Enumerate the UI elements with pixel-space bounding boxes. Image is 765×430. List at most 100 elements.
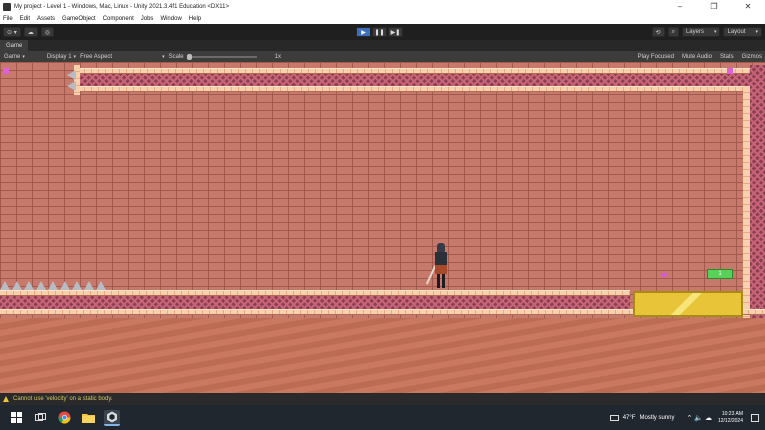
weather-icon	[609, 414, 619, 421]
menu-edit[interactable]: Edit	[20, 16, 30, 22]
scale-value: 1x	[274, 53, 281, 60]
history-icon[interactable]: ⟲	[651, 27, 665, 37]
notification-icon[interactable]	[751, 413, 759, 422]
menu-file[interactable]: File	[3, 16, 13, 22]
tab-game[interactable]: Game	[0, 40, 29, 51]
display-dropdown[interactable]: Display 1 ▾	[47, 54, 76, 60]
player-skirt	[435, 265, 447, 274]
scale-slider[interactable]	[186, 53, 257, 60]
spike-icon	[0, 281, 10, 290]
right-wall-lattice	[750, 65, 765, 318]
top-lattice	[78, 74, 750, 86]
weather-widget[interactable]: 47°F Mostly sunny	[609, 414, 675, 421]
chevron-down-icon: ▾	[755, 29, 758, 35]
menu-window[interactable]: Window	[160, 16, 181, 22]
weather-text: Mostly sunny	[639, 414, 675, 421]
spike-icon	[60, 281, 70, 290]
file-explorer-icon[interactable]	[80, 410, 96, 426]
title-bar: My project - Level 1 - Windows, Mac, Lin…	[0, 0, 765, 13]
mute-audio-toggle[interactable]: Mute Audio	[682, 54, 712, 60]
collab-icon[interactable]: ◎	[40, 27, 54, 37]
player-knight	[425, 243, 452, 289]
floor-lattice	[0, 296, 630, 309]
player-leg	[442, 274, 445, 288]
chrome-icon[interactable]	[56, 410, 72, 426]
layout-label: Layout	[727, 29, 746, 35]
status-message: Cannot use 'velocity' on a static body.	[13, 396, 113, 402]
spike-icon	[12, 281, 22, 290]
chevron-down-icon: ▾	[73, 53, 77, 60]
scale-control: Scale 1x	[169, 53, 281, 60]
cloud-icon[interactable]: ☁	[23, 27, 38, 37]
windows-start-icon[interactable]	[8, 410, 24, 426]
search-icon[interactable]: ⌕	[667, 27, 679, 37]
chevron-down-icon: ▾	[22, 53, 25, 60]
top-platform-lower	[78, 86, 750, 92]
gold-goal-block	[633, 291, 743, 317]
aspect-label: Free Aspect	[80, 53, 113, 60]
game-viewport[interactable]: 1	[0, 62, 765, 393]
player-leg	[437, 274, 440, 288]
minimize-button[interactable]: –	[663, 0, 697, 13]
green-counter-tag: 1	[707, 269, 733, 279]
game-view-toolbar: Game ▾ Display 1 ▾ Free Aspect ▾ Scale 1…	[0, 51, 765, 62]
play-focused-dropdown[interactable]: Play Focused	[638, 54, 674, 60]
play-button[interactable]: ▶	[356, 27, 371, 37]
menu-bar: File Edit Assets GameObject Component Jo…	[0, 13, 765, 24]
main-toolbar: ⊙ ▾ ☁ ◎ ▶ ❚❚ ▶❚ ⟲ ⌕ Layers ▾ Layout ▾	[0, 24, 765, 40]
gizmos-toggle[interactable]: Gizmos	[742, 54, 762, 60]
clock-time: 10:23 AM	[721, 410, 743, 417]
game-mode-label: Game	[4, 53, 21, 60]
layers-dropdown[interactable]: Layers ▾	[681, 27, 721, 37]
layout-dropdown[interactable]: Layout ▾	[723, 27, 762, 37]
system-tray: 47°F Mostly sunny ⌃ 🔈 ☁ 10:23 AM 12/12/2…	[609, 405, 765, 430]
spike-icon	[48, 281, 58, 290]
close-button[interactable]: ✕	[731, 0, 765, 13]
display-label: Display 1	[46, 53, 72, 60]
pink-marker-icon	[727, 68, 733, 74]
menu-jobs[interactable]: Jobs	[141, 16, 154, 22]
step-button[interactable]: ▶❚	[388, 27, 403, 37]
maximize-button[interactable]: ❐	[697, 0, 731, 13]
window-title: My project - Level 1 - Windows, Mac, Lin…	[14, 3, 229, 10]
spike-icon	[36, 281, 46, 290]
game-tab-strip: Game	[0, 40, 765, 51]
menu-help[interactable]: Help	[189, 16, 201, 22]
scale-slider-knob[interactable]	[186, 53, 192, 60]
right-wall	[743, 86, 750, 318]
spike-icon	[24, 281, 34, 290]
stats-toggle[interactable]: Stats	[720, 54, 734, 60]
tray-icons[interactable]: ⌃ 🔈 ☁	[686, 414, 711, 422]
unity-icon	[3, 2, 11, 11]
player-body	[435, 252, 447, 266]
tab-game-label: Game	[6, 42, 23, 49]
player-helmet	[437, 243, 445, 252]
gem-icon	[661, 273, 667, 277]
account-button[interactable]: ⊙ ▾	[3, 27, 21, 37]
toolbar-right: ⟲ ⌕ Layers ▾ Layout ▾	[649, 27, 762, 37]
game-view-options: Play Focused Mute Audio Stats Gizmos	[630, 54, 762, 60]
spike-icon	[67, 70, 76, 80]
pink-marker-icon	[3, 68, 9, 74]
menu-assets[interactable]: Assets	[37, 16, 55, 22]
chevron-down-icon: ▾	[713, 29, 717, 35]
weather-temp: 47°F	[622, 414, 636, 421]
unity-taskbar-icon[interactable]	[104, 409, 120, 426]
spike-icon	[67, 81, 76, 91]
dirt-ground	[0, 318, 765, 393]
spike-icon	[84, 281, 94, 290]
menu-component[interactable]: Component	[103, 16, 134, 22]
chevron-down-icon: ▾	[162, 53, 165, 60]
task-view-icon[interactable]	[32, 410, 48, 426]
clock-date: 12/12/2024	[717, 417, 743, 424]
game-mode-dropdown[interactable]: Game ▾	[4, 54, 25, 60]
warning-icon	[3, 396, 9, 402]
spike-icon	[72, 281, 82, 290]
clock[interactable]: 10:23 AM 12/12/2024	[718, 411, 743, 425]
aspect-dropdown[interactable]: Free Aspect ▾	[80, 54, 165, 60]
layers-label: Layers	[685, 29, 704, 35]
pause-button[interactable]: ❚❚	[372, 27, 387, 37]
console-status-bar[interactable]: Cannot use 'velocity' on a static body.	[0, 393, 765, 405]
menu-gameobject[interactable]: GameObject	[62, 16, 96, 22]
windows-taskbar: 47°F Mostly sunny ⌃ 🔈 ☁ 10:23 AM 12/12/2…	[0, 405, 765, 430]
